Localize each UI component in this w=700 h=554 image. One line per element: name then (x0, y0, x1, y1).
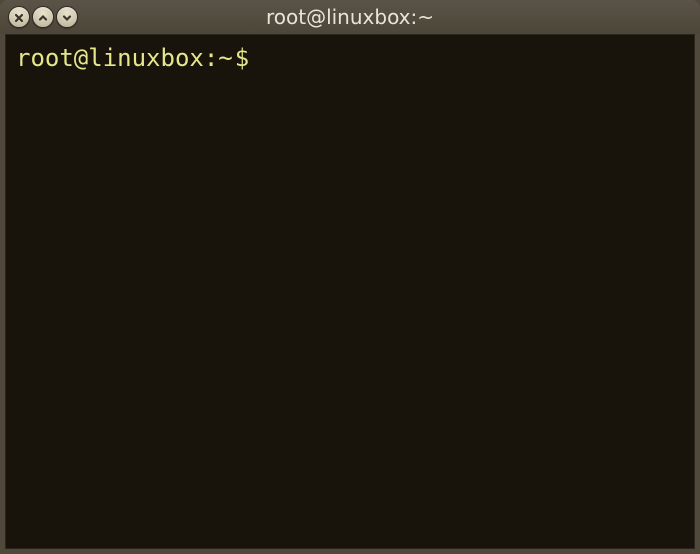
minimize-button[interactable] (56, 6, 78, 28)
prompt-symbol: $ (235, 43, 249, 74)
terminal-window: root@linuxbox:~ root@linuxbox:~$ (0, 0, 700, 554)
maximize-button[interactable] (32, 6, 54, 28)
window-controls (8, 6, 78, 28)
chevron-up-icon (38, 8, 48, 27)
close-button[interactable] (8, 6, 30, 28)
terminal-body[interactable]: root@linuxbox:~$ (5, 34, 695, 549)
window-title: root@linuxbox:~ (0, 5, 700, 29)
chevron-down-icon (62, 8, 72, 27)
close-icon (14, 8, 24, 27)
titlebar[interactable]: root@linuxbox:~ (0, 0, 700, 34)
prompt-line: root@linuxbox:~$ (16, 43, 684, 74)
prompt-userhost: root@linuxbox:~ (16, 43, 233, 74)
